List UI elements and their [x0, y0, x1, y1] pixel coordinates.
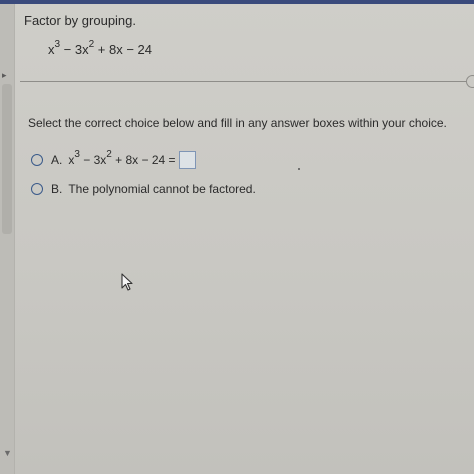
stray-dot [298, 168, 300, 170]
expr-exponent: 2 [88, 39, 95, 50]
expr-term: + 8x − 24 = [111, 153, 176, 167]
top-bar [0, 0, 474, 4]
divider-handle-icon[interactable] [466, 75, 474, 88]
left-scroll-gutter[interactable]: ▸ ▼ [0, 4, 15, 474]
radio-button-icon[interactable] [31, 183, 43, 195]
expr-exponent: 3 [74, 149, 80, 160]
radio-button-icon[interactable] [31, 154, 43, 166]
question-screen: ▸ ▼ Factor by grouping. x3 − 3x2 + 8x − … [0, 0, 474, 474]
question-title: Factor by grouping. [24, 13, 137, 28]
collapse-arrow-icon[interactable]: ▸ [2, 70, 7, 81]
expr-term: x [48, 42, 55, 57]
expr-term: − 3x [79, 153, 107, 167]
choice-letter: B. [51, 182, 63, 196]
section-divider [20, 81, 468, 82]
expr-term: − 3x [60, 42, 89, 57]
scrollbar-thumb[interactable] [2, 84, 12, 234]
expr-exponent: 3 [54, 39, 61, 50]
choice-b[interactable]: B. The polynomial cannot be factored. [31, 182, 256, 196]
expr-term: + 8x − 24 [94, 42, 152, 57]
mouse-pointer-icon [121, 273, 135, 296]
problem-expression: x3 − 3x2 + 8x − 24 [48, 39, 152, 57]
scroll-down-icon[interactable]: ▼ [3, 448, 12, 458]
choice-b-text: The polynomial cannot be factored. [68, 182, 256, 196]
choice-a-expression: x3 − 3x2 + 8x − 24 = [68, 149, 176, 167]
answer-input[interactable] [178, 151, 196, 169]
instruction-text: Select the correct choice below and fill… [28, 116, 447, 130]
expr-exponent: 2 [106, 149, 112, 160]
choice-letter: A. [51, 153, 63, 167]
choice-a[interactable]: A. x3 − 3x2 + 8x − 24 = [31, 149, 196, 169]
